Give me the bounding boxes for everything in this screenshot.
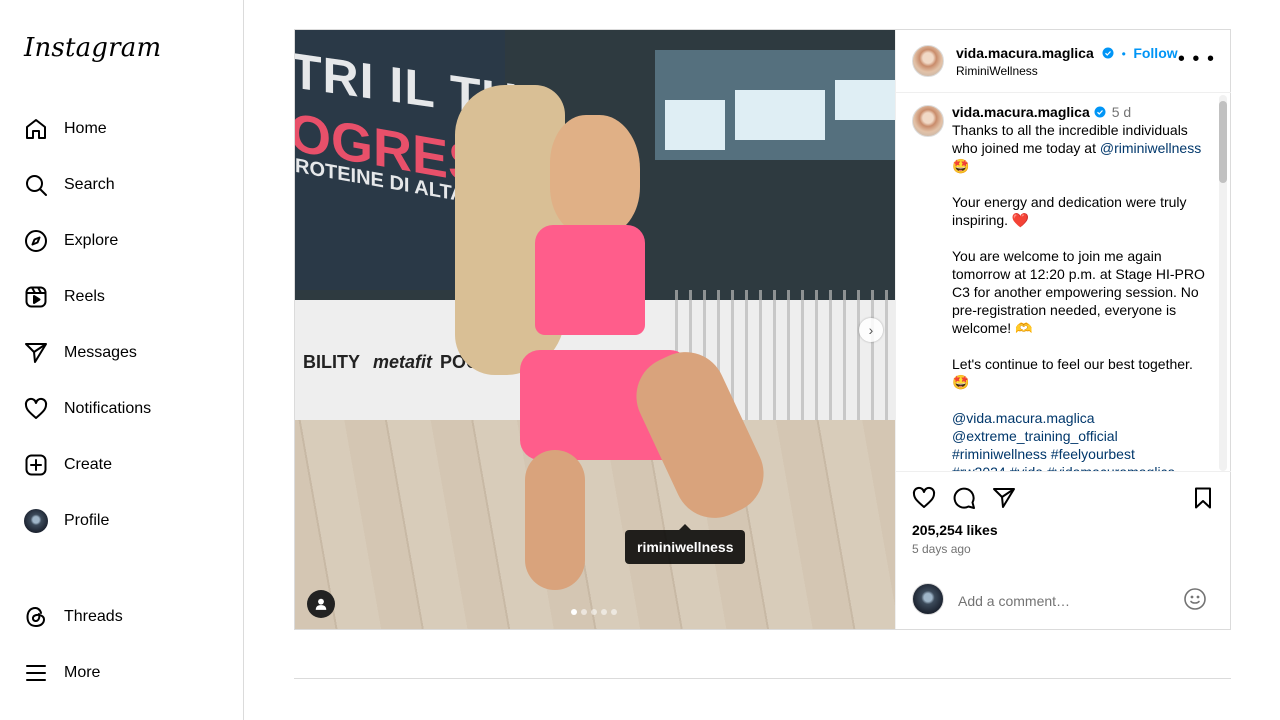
post-side-panel: vida.macura.maglica • Follow RiminiWelln… [895,30,1231,629]
photo-window [835,80,895,120]
reels-icon [24,285,48,309]
tagged-users-button[interactable] [307,590,335,618]
nav-home[interactable]: Home [24,109,107,149]
chevron-right-icon: › [868,322,874,338]
search-icon [24,173,48,197]
avatar [24,509,48,533]
carousel-dot [591,609,597,615]
post-media[interactable]: TRI IL TUO OGRESSO ROTEINE DI ALTA QUALI… [295,30,895,629]
heart-icon [24,397,48,421]
user-icon [315,598,327,610]
mention-link[interactable]: @riminiwellness [1100,140,1201,156]
verified-badge-icon [1102,47,1114,59]
nav-threads-label: Threads [64,608,123,625]
more-options-icon[interactable]: • • • [1178,49,1215,69]
nav-create[interactable]: Create [24,445,112,485]
nav-reels[interactable]: Reels [24,277,105,317]
photo-window [735,90,825,140]
photo-leg [525,450,585,590]
author-avatar[interactable] [912,45,944,77]
nav-reels-label: Reels [64,288,105,305]
nav-profile-label: Profile [64,512,110,529]
likes-count[interactable]: 205,254 likes [912,522,998,538]
nav-search[interactable]: Search [24,165,115,205]
like-icon[interactable] [912,486,936,510]
comment-bar [896,581,1231,629]
user-tag-tooltip[interactable]: riminiwellness [625,524,746,564]
sponsor-logo: BILITY [303,352,360,372]
follow-button[interactable]: Follow [1133,45,1177,61]
mention-link[interactable]: @extreme_training_official [952,427,1207,445]
caption-paragraph: Your energy and dedication were truly in… [952,194,1187,228]
caption-tags: @vida.macura.maglica @extreme_training_o… [952,409,1207,471]
caption-paragraph: You are welcome to join me again tomorro… [952,248,1205,336]
post-header: vida.macura.maglica • Follow RiminiWelln… [896,30,1231,93]
send-icon [24,341,48,365]
carousel-dot [601,609,607,615]
caption-time: 5 d [1111,104,1132,120]
post-location[interactable]: RiminiWellness [956,64,1038,78]
verified-badge-icon [1094,106,1106,118]
carousel-dot [571,609,577,615]
photo-window [665,100,725,150]
nav-more-label: More [64,664,101,681]
compass-icon [24,229,48,253]
caption-paragraph: Thanks to all the incredible individuals… [952,121,1207,175]
mention-link[interactable]: @vida.macura.maglica [952,409,1207,427]
home-icon [24,117,48,141]
post-timestamp[interactable]: 5 days ago [912,542,971,556]
user-tag-label: riminiwellness [637,539,734,555]
post-actions: 205,254 likes 5 days ago [896,471,1231,582]
caption-username[interactable]: vida.macura.maglica [952,104,1090,120]
nav-messages-label: Messages [64,344,137,361]
nav-messages[interactable]: Messages [24,333,137,373]
nav-notifications-label: Notifications [64,400,152,417]
next-slide-button[interactable]: › [859,318,883,342]
comment-input[interactable] [956,589,1180,613]
nav-home-label: Home [64,120,107,137]
divider [294,678,1231,679]
profile-avatar-wrap [24,509,48,533]
sidebar: Instagram Home Search Explore Reels Mess… [0,0,244,720]
nav-profile[interactable]: Profile [24,501,109,541]
emoji-icon[interactable] [1183,587,1207,611]
photo-windows [655,50,895,160]
header-user-line: vida.macura.maglica • Follow [956,45,1178,63]
instagram-logo[interactable]: Instagram [24,33,161,63]
nav-create-label: Create [64,456,113,473]
carousel-dot [581,609,587,615]
caption-scrollbar[interactable] [1219,95,1227,471]
carousel-dot [611,609,617,615]
hashtag-link[interactable]: #riminiwellness #feelyourbest [952,445,1207,463]
menu-icon [24,661,48,685]
nav-more[interactable]: More [24,653,100,693]
photo-top [535,225,645,335]
nav-threads[interactable]: Threads [24,597,123,637]
bookmark-icon[interactable] [1191,486,1215,510]
separator-dot: • [1121,47,1126,61]
plus-square-icon [24,453,48,477]
author-username[interactable]: vida.macura.maglica [956,45,1094,61]
hashtag-link[interactable]: #rw2024 #vida #vidamacuramaglica [952,463,1207,471]
caption-paragraph: Let's continue to feel our best together… [952,356,1193,390]
post-card: TRI IL TUO OGRESSO ROTEINE DI ALTA QUALI… [294,29,1231,630]
user-avatar [912,583,944,615]
caption-user-line: vida.macura.maglica 5 d [952,103,1207,121]
carousel-indicator [571,609,617,615]
nav-search-label: Search [64,176,115,193]
share-icon[interactable] [992,486,1016,510]
photo-head [550,115,640,235]
sponsor-logo: metafit [373,352,433,372]
nav-explore[interactable]: Explore [24,221,118,261]
nav-notifications[interactable]: Notifications [24,389,151,429]
caption-area[interactable]: vida.macura.maglica 5 d Thanks to all the… [896,93,1231,471]
threads-icon [24,605,48,629]
caption-avatar[interactable] [912,105,944,137]
comment-icon[interactable] [952,486,976,510]
emoji: 🤩 [952,158,970,174]
nav-explore-label: Explore [64,232,119,249]
scrollbar-thumb[interactable] [1219,101,1227,183]
caption-text: vida.macura.maglica 5 d Thanks to all the… [952,103,1207,471]
